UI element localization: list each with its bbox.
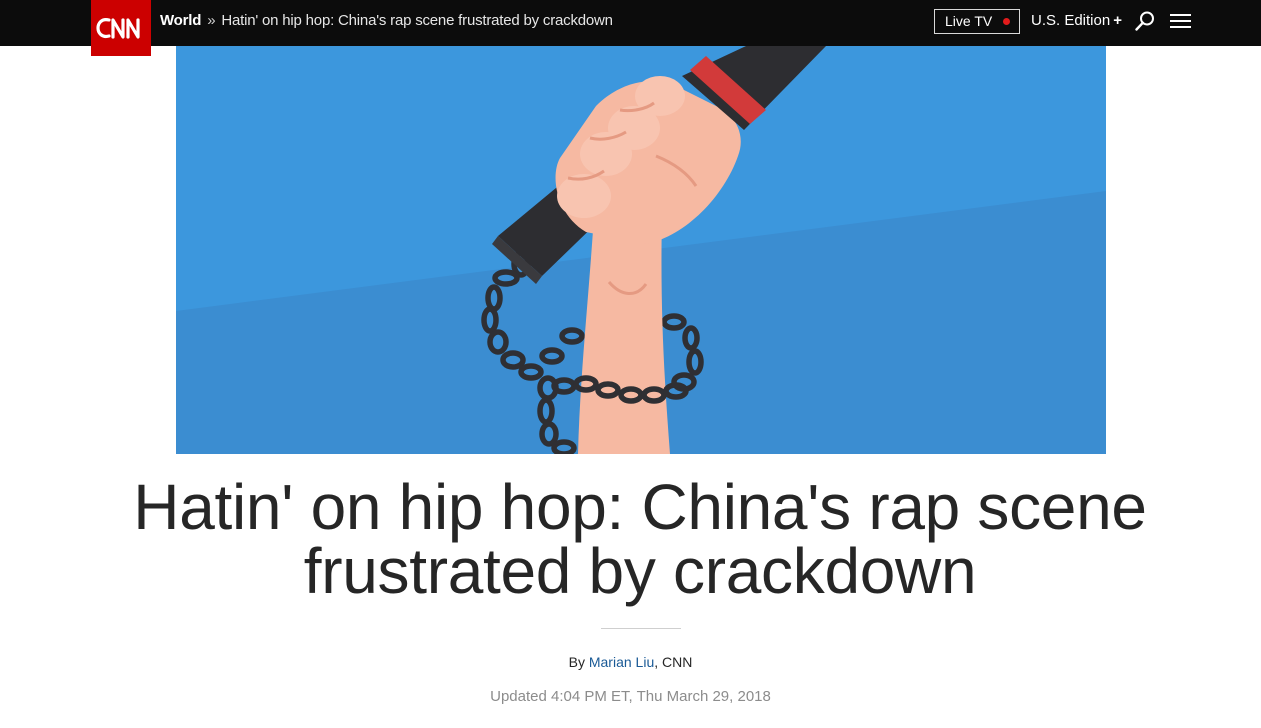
search-icon bbox=[1135, 11, 1154, 31]
byline: By Marian Liu, CNN bbox=[0, 654, 1261, 671]
breadcrumb-article-title: Hatin' on hip hop: China's rap scene fru… bbox=[221, 12, 613, 29]
search-button[interactable] bbox=[1134, 10, 1156, 32]
top-nav-bar: World » Hatin' on hip hop: China's rap sce… bbox=[0, 0, 1261, 56]
edition-plus-icon: + bbox=[1113, 12, 1122, 29]
hero-illustration bbox=[176, 46, 1106, 454]
live-tv-label: Live TV bbox=[945, 13, 993, 29]
forearm bbox=[578, 216, 670, 454]
hero-image bbox=[176, 46, 1106, 454]
article-headline: Hatin' on hip hop: China's rap scene fru… bbox=[133, 471, 1147, 607]
edition-label: U.S. Edition bbox=[1031, 12, 1111, 29]
live-tv-button[interactable]: Live TV bbox=[934, 9, 1020, 34]
live-indicator-dot bbox=[1003, 18, 1010, 25]
byline-suffix: , CNN bbox=[654, 654, 693, 670]
breadcrumb-section-world[interactable]: World bbox=[160, 12, 201, 29]
author-link[interactable]: Marian Liu bbox=[589, 654, 654, 670]
edition-selector[interactable]: U.S. Edition + bbox=[1031, 12, 1122, 30]
menu-button[interactable] bbox=[1170, 11, 1192, 31]
byline-prefix: By bbox=[568, 654, 589, 670]
cnn-logo-mark bbox=[96, 18, 140, 39]
updated-timestamp: Updated 4:04 PM ET, Thu March 29, 2018 bbox=[490, 688, 771, 705]
breadcrumb: World » Hatin' on hip hop: China's rap sce… bbox=[160, 12, 613, 30]
hamburger-menu-icon bbox=[1170, 14, 1191, 28]
breadcrumb-separator: » bbox=[207, 12, 216, 29]
headline-divider bbox=[601, 628, 681, 629]
cnn-logo[interactable] bbox=[91, 0, 151, 56]
